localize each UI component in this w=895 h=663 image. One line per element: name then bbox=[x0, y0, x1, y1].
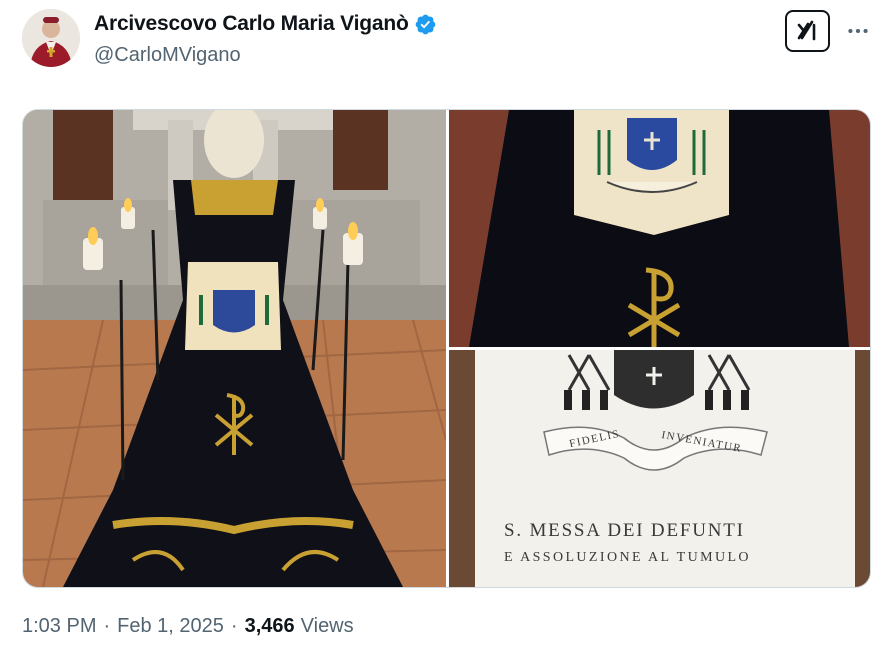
media-photo-3[interactable]: FIDELIS INVENIATUR S. MESSA DEI DEFUNTI … bbox=[449, 350, 870, 587]
author-display-name[interactable]: Arcivescovo Carlo Maria Viganò bbox=[94, 12, 409, 36]
meta-separator: · bbox=[103, 615, 111, 637]
meta-separator: · bbox=[230, 615, 238, 637]
booklet-subtitle: E ASSOLUZIONE AL TUMULO bbox=[504, 550, 751, 565]
bishop-portrait-icon bbox=[22, 9, 80, 67]
pall-closeup-photo-icon bbox=[449, 110, 870, 347]
tweet-date[interactable]: Feb 1, 2025 bbox=[117, 615, 224, 638]
media-grid: FIDELIS INVENIATUR S. MESSA DEI DEFUNTI … bbox=[22, 109, 871, 588]
author-name-row[interactable]: Arcivescovo Carlo Maria Viganò bbox=[94, 12, 437, 36]
tweet-meta: 1:03 PM · Feb 1, 2025 · 3,466 Views bbox=[22, 615, 354, 638]
grok-button[interactable] bbox=[785, 10, 830, 52]
author-avatar[interactable] bbox=[22, 9, 80, 67]
more-horizontal-icon bbox=[848, 28, 868, 34]
author-handle[interactable]: @CarloMVigano bbox=[94, 44, 241, 67]
catafalque-photo-icon bbox=[23, 110, 446, 587]
views-count[interactable]: 3,466 bbox=[245, 615, 295, 638]
grok-icon bbox=[797, 20, 815, 41]
views-label: Views bbox=[300, 615, 354, 637]
media-photo-1[interactable] bbox=[23, 110, 446, 587]
booklet-title: S. MESSA DEI DEFUNTI bbox=[504, 520, 745, 541]
more-options-button[interactable] bbox=[843, 16, 873, 46]
media-photo-2[interactable] bbox=[449, 110, 870, 347]
verified-badge-icon[interactable] bbox=[414, 13, 437, 36]
tweet-time[interactable]: 1:03 PM bbox=[22, 615, 96, 638]
